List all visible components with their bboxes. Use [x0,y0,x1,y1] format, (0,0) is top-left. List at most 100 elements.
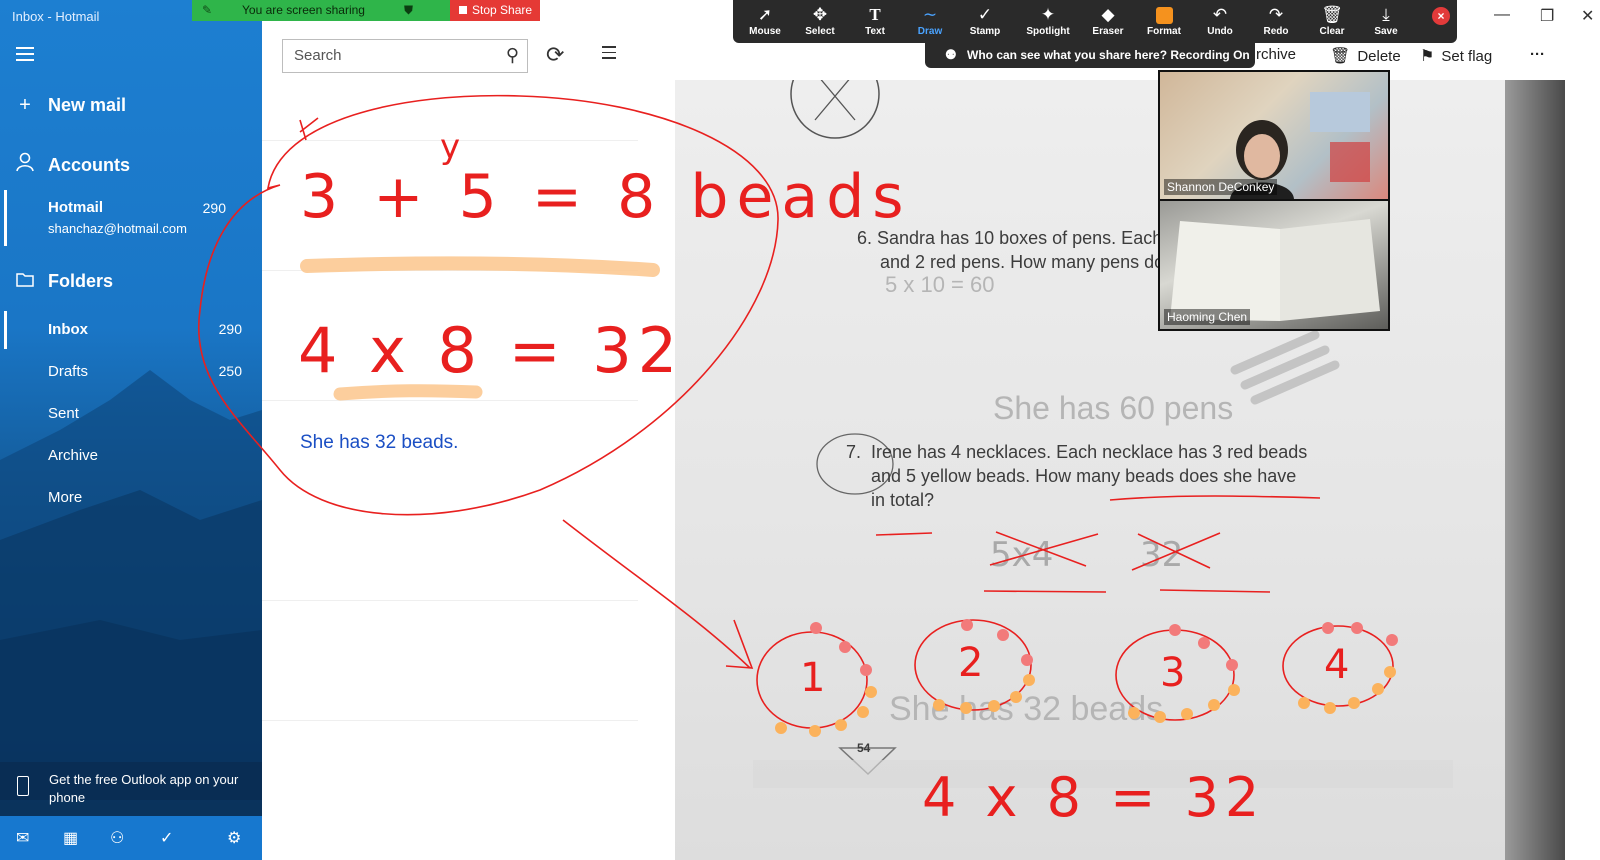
question-7-number: 7. [846,442,862,462]
tool-label: Format [1147,26,1181,37]
tool-text[interactable]: T Text [845,4,905,37]
tool-label: Select [805,26,835,37]
wand-icon: ✦ [1040,5,1056,24]
delete-label: Delete [1357,47,1401,65]
accounts-button[interactable]: Accounts [0,150,262,180]
tool-clear[interactable]: 🗑 Clear [1302,4,1362,37]
calendar-icon[interactable]: ▦ [63,828,78,848]
more-actions-label: ··· [1530,46,1545,63]
list-divider [262,600,638,601]
mail-icon[interactable]: ✉ [16,828,29,848]
folder-name: Drafts [48,363,89,380]
folder-drafts[interactable]: Drafts 250 [0,353,262,391]
more-actions-button[interactable]: ··· [1530,46,1545,63]
download-icon: ⤓ [1382,5,1390,24]
search-box[interactable]: Search ⚲ [282,39,528,73]
tool-label: Spotlight [1026,26,1070,37]
minimize-icon[interactable]: — [1494,6,1510,24]
folder-name: More [48,489,83,506]
list-divider [262,270,638,271]
necklace-number-3: 3 [1160,650,1186,696]
list-divider [262,140,638,141]
account-hotmail[interactable]: Hotmail shanchaz@hotmail.com 290 [0,190,262,246]
plus-icon: + [19,93,31,116]
tool-format[interactable]: Format [1134,4,1194,37]
tool-mouse[interactable]: ➚ Mouse [735,4,795,37]
tool-label: Save [1374,26,1398,37]
screen-sharing-status: You are screen sharing [242,3,365,17]
archive-label: rchive [1256,46,1297,63]
ink-equation-multiplication: 4 x 8 = 32 [298,314,684,387]
tool-label: Redo [1263,26,1289,37]
stop-share-button[interactable]: Stop Share [450,0,540,21]
account-email: shanchaz@hotmail.com [48,221,187,236]
question-6-pencil-work: 5 x 10 = 60 [885,272,995,297]
person-icon [14,152,36,178]
folders-header[interactable]: Folders [0,266,262,296]
participant-video-haoming[interactable]: Haoming Chen [1158,199,1390,331]
participant-name: Shannon DeConkey [1164,179,1278,195]
archive-button[interactable]: rchive [1256,46,1296,63]
participant-video-shannon[interactable]: Shannon DeConkey [1158,70,1390,201]
necklace-number-2: 2 [958,640,984,686]
pencil-answer-7: She has 32 beads [889,690,1164,728]
ink-equation-bottom: 4 x 8 = 32 [922,766,1266,829]
hamburger-menu-icon[interactable] [16,47,34,61]
list-divider [262,720,638,721]
participant-name: Haoming Chen [1164,309,1251,325]
tool-select[interactable]: ✥ Select [790,4,850,37]
tool-draw[interactable]: ∼ Draw [900,4,960,37]
redo-icon: ↷ [1268,5,1284,24]
typed-answer-text: She has 32 beads. [300,432,459,453]
folder-more[interactable]: More [0,479,262,517]
tool-undo[interactable]: ↶ Undo [1190,4,1250,37]
tool-label: Draw [917,26,943,37]
undo-icon: ↶ [1212,5,1228,24]
tool-label: Mouse [749,26,781,37]
cursor-icon: ➚ [757,5,773,24]
folder-archive[interactable]: Archive [0,437,262,475]
page-number: 54 [857,741,871,755]
sharing-icon: ✎ [202,3,213,17]
new-mail-label: New mail [48,94,127,115]
flag-icon: ⚑ [1420,48,1435,65]
people-icon[interactable]: ⚇ [110,828,124,848]
tool-eraser[interactable]: ◆ Eraser [1078,4,1138,37]
tool-spotlight[interactable]: ✦ Spotlight [1018,4,1078,37]
tool-label: Text [865,26,885,37]
filter-select-icon[interactable] [596,46,616,64]
close-window-icon[interactable]: ✕ [1581,6,1594,26]
folder-name: Inbox [48,321,88,338]
question-6-line-2: and 2 red pens. How many pens do [880,252,1165,272]
search-input[interactable]: Search [294,47,342,64]
new-mail-button[interactable]: + New mail [0,90,262,120]
sync-icon[interactable]: ⟳ [546,42,564,68]
folder-name: Sent [48,405,79,422]
restore-icon[interactable]: ❐ [1540,6,1554,26]
annotation-toolbar: ➚ Mouse ✥ Select T Text ∼ Draw ✓ Stamp ✦ Spotl… [733,0,1457,43]
tool-redo[interactable]: ↷ Redo [1246,4,1306,37]
set-flag-button[interactable]: ⚑ Set flag [1420,46,1492,66]
ink-equation-addition: 3 + 5 = 8 beads [300,162,912,232]
tool-stamp[interactable]: ✓ Stamp [955,4,1015,37]
delete-button[interactable]: 🗑 Delete [1330,46,1401,66]
settings-gear-icon[interactable]: ⚙ [227,828,241,848]
close-annotation-icon[interactable]: × [1432,7,1450,25]
shield-icon: ⛊ [404,3,414,17]
recording-banner[interactable]: ⚉ Who can see what you share here? Recor… [925,43,1255,68]
todo-icon[interactable]: ✓ [160,828,173,848]
account-count: 290 [202,200,226,216]
color-swatch-icon [1155,7,1173,24]
checkmark-icon: ✓ [977,5,993,24]
tool-save[interactable]: ⤓ Save [1356,4,1416,37]
trash-icon: 🗑 [1321,5,1343,24]
folder-name: Archive [48,447,99,464]
outlook-app-promo[interactable]: Get the free Outlook app on your phone [0,762,262,816]
question-7-line-3: in total? [871,490,935,510]
phone-icon [17,776,29,796]
folder-inbox[interactable]: Inbox 290 [0,311,262,349]
trash-icon: 🗑 [1330,48,1351,65]
folder-sent[interactable]: Sent [0,395,262,433]
tool-label: Eraser [1092,26,1124,37]
search-icon[interactable]: ⚲ [506,45,519,66]
